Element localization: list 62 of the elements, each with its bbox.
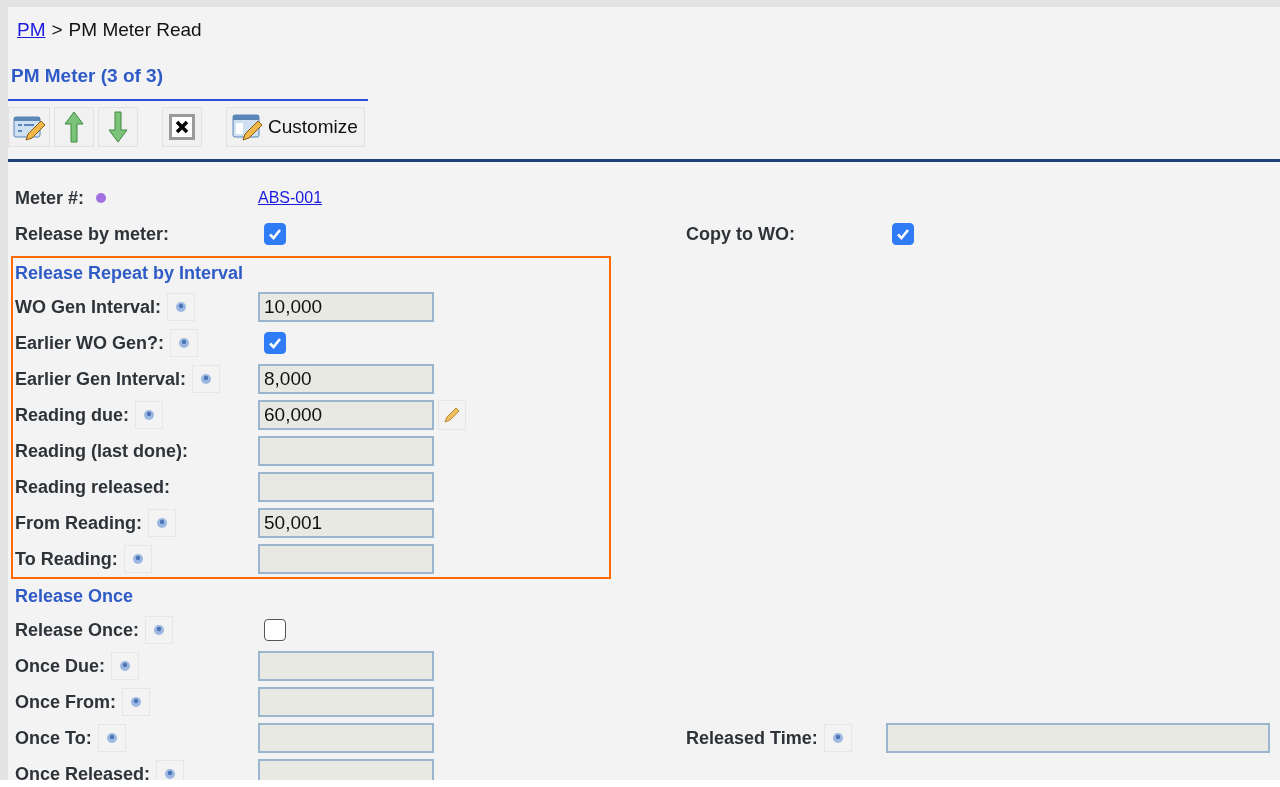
page-title: PM Meter (3 of 3) [10, 64, 165, 88]
field-label: Release by meter: [15, 223, 170, 245]
input-field[interactable] [258, 687, 434, 717]
meter-link[interactable]: ABS-001 [258, 189, 323, 207]
help-icon[interactable] [192, 365, 221, 393]
field-label: Reading (last done): [15, 440, 188, 462]
help-icon[interactable] [145, 616, 174, 644]
field-label: From Reading: [15, 512, 142, 534]
down-arrow-icon [108, 111, 128, 143]
help-icon[interactable] [823, 724, 852, 752]
help-icon[interactable] [135, 401, 163, 429]
field-label: Meter #: [15, 187, 85, 209]
help-icon[interactable] [148, 509, 176, 537]
customize-button[interactable]: Customize [226, 107, 365, 147]
input-field[interactable]: 8,000 [258, 364, 434, 394]
checkbox[interactable] [264, 619, 286, 641]
section-heading: Release Once [14, 585, 135, 608]
help-icon[interactable] [123, 545, 152, 573]
field-label: Once To: [15, 727, 92, 749]
checkbox[interactable] [264, 223, 286, 245]
up-arrow-icon [64, 111, 84, 143]
section-heading: Release Repeat by Interval [14, 262, 245, 285]
field-label: WO Gen Interval: [15, 296, 162, 318]
field-label: Earlier WO Gen?: [15, 332, 165, 354]
breadcrumb-separator: > [51, 19, 63, 42]
input-field[interactable] [258, 544, 434, 574]
field-label: Once From: [15, 691, 116, 713]
field-label: Reading released: [15, 476, 171, 498]
input-field[interactable]: 10,000 [258, 292, 434, 322]
checkbox[interactable] [892, 223, 914, 245]
input-field[interactable]: 50,001 [258, 508, 434, 538]
input-field[interactable]: 60,000 [258, 400, 434, 430]
field-label: Copy to WO: [686, 223, 795, 245]
checkbox[interactable] [264, 332, 286, 354]
input-field[interactable] [258, 759, 434, 780]
delete-button[interactable] [162, 107, 202, 147]
field-label: Reading due: [15, 404, 129, 426]
edit-form-button[interactable] [8, 107, 50, 147]
input-field[interactable] [258, 651, 434, 681]
input-field[interactable] [258, 723, 434, 753]
help-icon[interactable] [122, 688, 150, 716]
field-label: Release Once: [15, 619, 140, 641]
input-field[interactable] [886, 723, 1270, 753]
move-up-button[interactable] [54, 107, 94, 147]
customize-icon [231, 112, 265, 142]
field-label: Once Due: [15, 655, 106, 677]
breadcrumb-link[interactable]: PM [17, 19, 46, 45]
help-icon[interactable] [167, 293, 196, 321]
input-field[interactable] [258, 472, 434, 502]
input-field[interactable] [258, 436, 434, 466]
help-icon[interactable] [111, 652, 140, 680]
help-icon[interactable] [170, 329, 199, 357]
field-label: To Reading: [15, 548, 118, 570]
help-icon[interactable] [97, 724, 126, 752]
close-box-icon [168, 113, 196, 141]
move-down-button[interactable] [98, 107, 138, 147]
field-label: Once Released: [15, 763, 151, 780]
help-icon[interactable] [156, 760, 185, 780]
breadcrumb-current: PM Meter Read [68, 19, 202, 42]
field-label: Released Time: [686, 727, 818, 749]
pencil-icon[interactable] [438, 400, 466, 430]
field-label: Earlier Gen Interval: [15, 368, 187, 390]
